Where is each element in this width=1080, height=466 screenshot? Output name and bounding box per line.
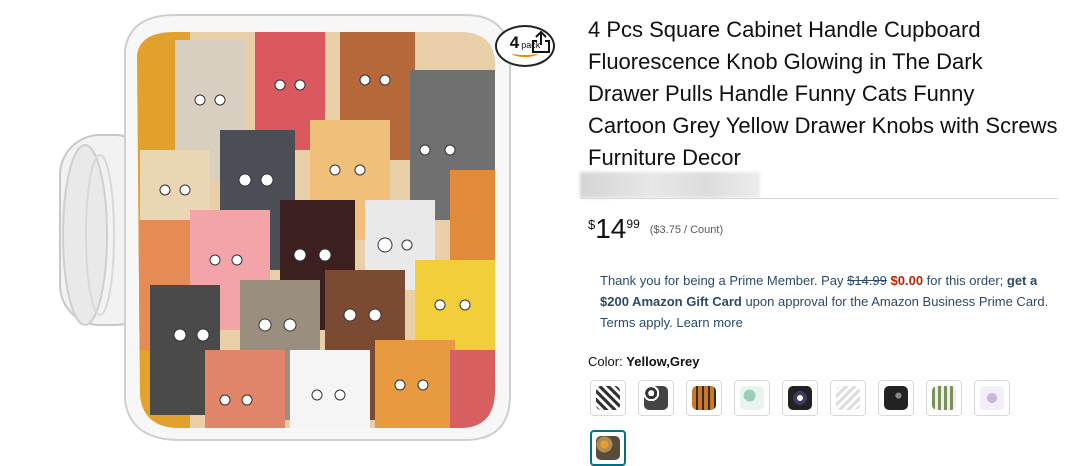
price-per-unit: ($3.75 / Count) (649, 224, 724, 236)
divider (580, 198, 1058, 199)
prime-zero-price: $0.00 (890, 273, 924, 288)
learn-more-link[interactable]: Learn more (676, 315, 742, 330)
swatch-image (596, 436, 620, 460)
swatch-7[interactable] (878, 380, 914, 416)
price-fraction: 99 (626, 217, 640, 231)
brand-link-blurred[interactable] (580, 172, 760, 198)
color-selection-label: Color: Yellow,Grey (588, 354, 700, 369)
swatch-2[interactable] (638, 380, 674, 416)
swatch-image (692, 386, 716, 410)
share-icon[interactable] (530, 30, 552, 54)
swatch-image (836, 386, 860, 410)
swatch-3[interactable] (686, 380, 722, 416)
prime-offer-message: Thank you for being a Prime Member. Pay … (600, 270, 1050, 333)
price-whole: 14 (595, 213, 627, 244)
swatch-8[interactable] (926, 380, 962, 416)
swatch-image (980, 386, 1004, 410)
swatch-image (884, 386, 908, 410)
product-title: 4 Pcs Square Cabinet Handle Cupboard Flu… (588, 17, 1058, 170)
swatch-image (596, 386, 620, 410)
swatch-6[interactable] (830, 380, 866, 416)
prime-offer-text-2: for this order; (923, 273, 1007, 288)
swatch-image (644, 386, 668, 410)
product-title-container: 4 Pcs Square Cabinet Handle Cupboard Flu… (580, 14, 1060, 174)
swatch-image (740, 386, 764, 410)
price-block: $ 14 99 ($3.75 / Count) (588, 214, 723, 244)
swatch-9[interactable] (974, 380, 1010, 416)
prime-offer-text-1: Thank you for being a Prime Member. Pay (600, 273, 848, 288)
color-selected-value: Yellow,Grey (626, 354, 700, 369)
swatch-image (788, 386, 812, 410)
price-symbol: $ (588, 217, 596, 232)
color-label: Color: (588, 354, 627, 369)
swatch-image (932, 386, 956, 410)
cabinet-knob-image (59, 14, 511, 441)
swatch-10-selected[interactable] (590, 430, 626, 466)
swatch-5[interactable] (782, 380, 818, 416)
swatch-4[interactable] (734, 380, 770, 416)
prime-strike-price: $14.99 (847, 273, 887, 288)
product-image[interactable]: 4 pack (55, 10, 555, 455)
swatch-1[interactable] (590, 380, 626, 416)
